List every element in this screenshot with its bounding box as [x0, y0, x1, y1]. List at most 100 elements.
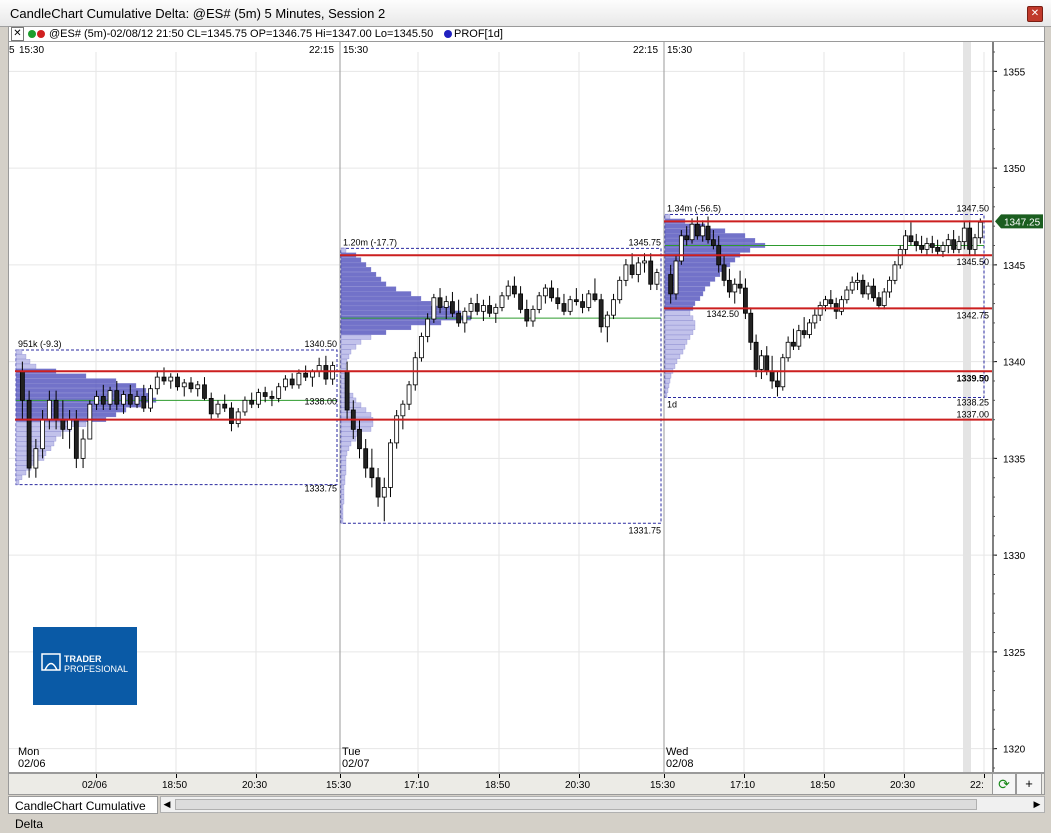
- x-tick-label: 15:30: [326, 780, 352, 791]
- profile-bar: [340, 494, 345, 500]
- profile-bar: [340, 349, 352, 355]
- candle-body: [499, 295, 505, 308]
- horizontal-scrollbar[interactable]: ◀ ▶: [160, 796, 1045, 813]
- x-tick-label: 20:30: [890, 780, 916, 791]
- candle-body: [737, 283, 743, 289]
- candle-body: [148, 388, 153, 409]
- profile-bar: [664, 388, 669, 393]
- x-tick: [664, 774, 665, 778]
- candle-body: [493, 307, 499, 314]
- top-time-label: 22:15: [309, 45, 334, 56]
- session-low-label: 1338.25: [956, 397, 989, 407]
- candle-body: [60, 419, 66, 430]
- candle-body: [87, 403, 93, 440]
- candle-body: [732, 283, 738, 293]
- candle-body: [481, 305, 486, 312]
- candle-body: [561, 303, 567, 312]
- top-time-label: 15:30: [343, 45, 368, 56]
- x-tick-label: 18:50: [485, 780, 511, 791]
- candlestick-chart[interactable]: 5 15:30 22:15 15:30 22:15 15:30 1320 1325 1330 13…: [9, 42, 1044, 772]
- profile-bar: [340, 325, 412, 331]
- profile-bar: [664, 378, 671, 384]
- candle-body: [67, 419, 72, 430]
- candle-body: [817, 305, 823, 316]
- profile-bar: [340, 354, 350, 360]
- profile-bar: [15, 363, 37, 369]
- candle-body: [977, 221, 983, 239]
- candle-body: [604, 314, 610, 328]
- candle-body: [296, 372, 302, 386]
- candle-body: [188, 382, 194, 390]
- x-tick-label: 15:30: [650, 780, 676, 791]
- candle-body: [598, 299, 604, 328]
- profile-bar: [340, 441, 352, 447]
- profile-bar: [664, 213, 671, 219]
- scroll-left-icon[interactable]: ◀: [161, 798, 173, 810]
- top-time-label: 15:30: [19, 45, 44, 56]
- candle-body: [256, 392, 261, 405]
- profile-bar: [664, 349, 684, 355]
- candle-body: [623, 264, 629, 281]
- x-tick: [744, 774, 745, 778]
- candle-body: [450, 301, 455, 314]
- tab-candlechart-cumulative-delta[interactable]: CandleChart Cumulative Delta: [8, 796, 158, 831]
- candle-body: [369, 467, 375, 479]
- candle-body: [812, 314, 818, 324]
- y-tick-label: 1325: [1003, 648, 1026, 659]
- x-tick: [340, 774, 341, 778]
- profile-bar: [340, 267, 372, 272]
- profile-bar: [664, 271, 721, 277]
- candle-body: [388, 442, 393, 488]
- candle-body: [215, 403, 221, 415]
- profile-bar: [664, 339, 688, 345]
- candle-body: [796, 330, 802, 347]
- profile-bar: [340, 247, 347, 253]
- last-price-label: 1347.25: [1004, 217, 1041, 228]
- y-tick-label: 1330: [1003, 551, 1026, 562]
- profile-bar: [340, 484, 345, 490]
- candle-body: [487, 305, 493, 314]
- candle-body: [276, 386, 282, 399]
- profile-bar: [664, 344, 686, 350]
- x-tick-label: 20:30: [242, 780, 268, 791]
- candle-body: [80, 438, 86, 459]
- candle-body: [202, 384, 207, 399]
- profile-bar: [340, 262, 367, 268]
- x-tick-label: 02/06: [82, 780, 108, 791]
- candle-body: [635, 262, 641, 275]
- candle-body: [381, 487, 387, 498]
- candle-body: [505, 285, 511, 297]
- add-chart-button[interactable]: +: [1016, 773, 1042, 795]
- profile-bar: [340, 504, 344, 510]
- y-tick-label: 1350: [1003, 164, 1026, 175]
- candle-body: [289, 378, 295, 386]
- candle-body: [134, 396, 140, 405]
- candle-body: [357, 428, 362, 450]
- scroll-right-icon[interactable]: ▶: [1031, 798, 1043, 810]
- close-icon[interactable]: ✕: [1027, 6, 1043, 22]
- profile-bar: [15, 479, 20, 485]
- candle-body: [46, 399, 52, 421]
- candle-body: [908, 235, 914, 243]
- profile-bar: [340, 286, 397, 292]
- infobar-close-icon[interactable]: ✕: [11, 27, 24, 41]
- session-high-label: 1340.50: [304, 339, 337, 349]
- chart-area[interactable]: 5 15:30 22:15 15:30 22:15 15:30 1320 1325 1330 13…: [8, 41, 1045, 773]
- profile-bar: [340, 465, 347, 471]
- price-level-label: 1339.50: [956, 373, 989, 383]
- scroll-thumb[interactable]: [175, 799, 977, 810]
- candle-body: [924, 243, 930, 250]
- candle-body: [468, 303, 474, 312]
- candle-body: [759, 355, 764, 370]
- session-poc-label: 1338.00: [304, 396, 337, 406]
- refresh-icon[interactable]: ⟳: [992, 773, 1016, 795]
- x-tick: [256, 774, 257, 778]
- candle-body: [700, 225, 706, 237]
- profile-bar: [340, 421, 374, 427]
- profile-bar: [340, 412, 372, 418]
- candle-body: [617, 279, 623, 301]
- candle-body: [344, 370, 350, 411]
- candle-body: [208, 397, 214, 415]
- candle-body: [511, 285, 517, 295]
- candle-body: [33, 448, 39, 469]
